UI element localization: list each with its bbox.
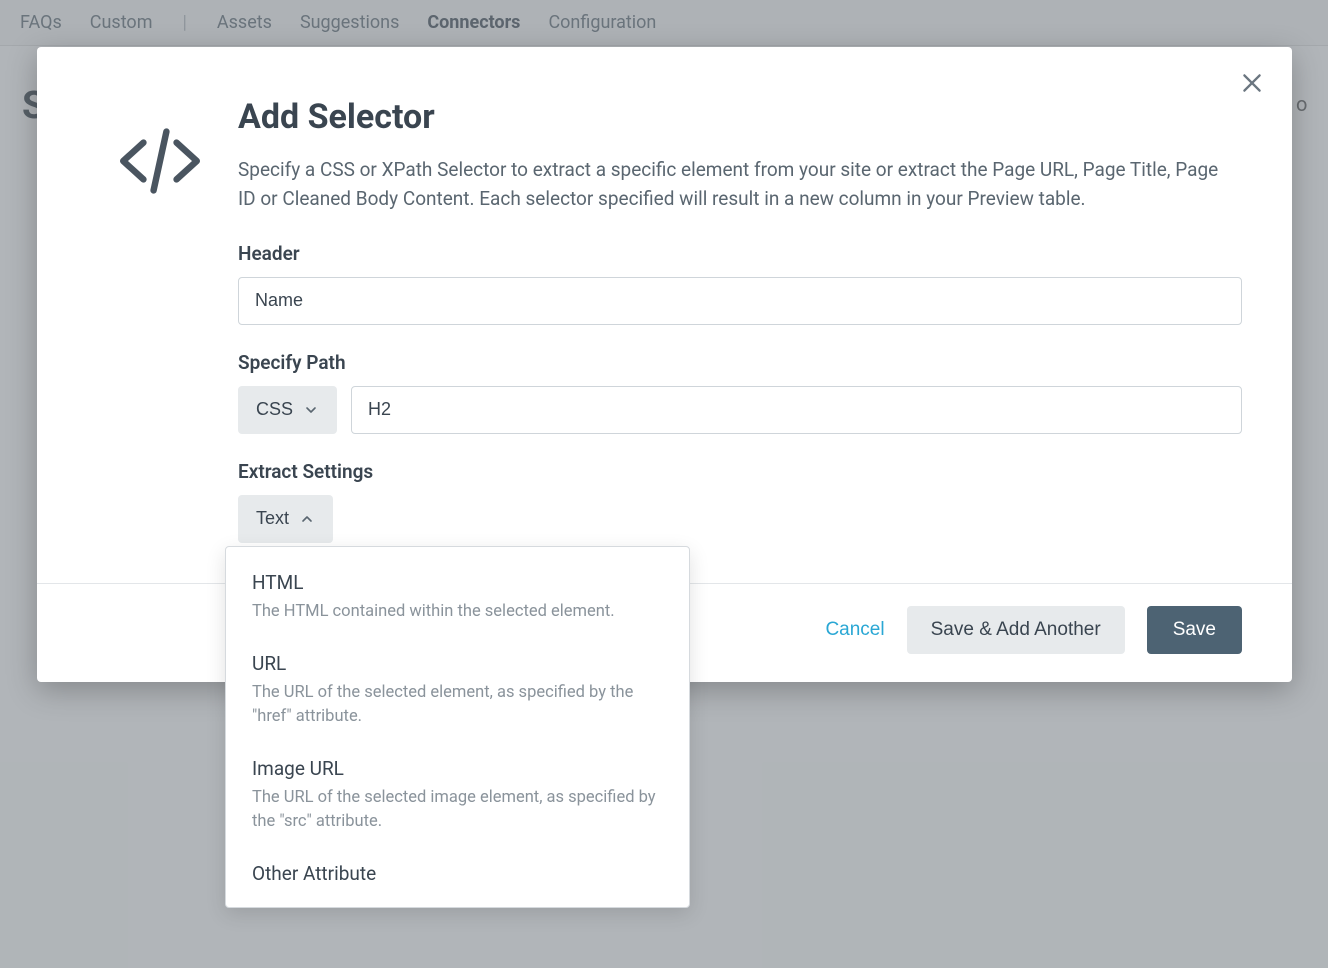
dropdown-item-url[interactable]: URL The URL of the selected element, as … xyxy=(226,642,689,747)
cancel-button[interactable]: Cancel xyxy=(825,619,884,641)
close-button[interactable] xyxy=(1232,63,1272,103)
dropdown-item-other-attribute[interactable]: Other Attribute xyxy=(226,852,689,897)
header-input[interactable] xyxy=(238,277,1242,325)
save-add-another-button[interactable]: Save & Add Another xyxy=(907,606,1125,654)
close-icon xyxy=(1239,70,1265,96)
code-icon xyxy=(87,97,232,553)
extract-settings-value: Text xyxy=(256,508,289,529)
dropdown-item-title: URL xyxy=(252,652,663,675)
chevron-down-icon xyxy=(303,402,319,418)
extract-settings-select[interactable]: Text xyxy=(238,495,333,543)
extract-settings-label: Extract Settings xyxy=(238,460,1242,483)
dropdown-item-title: Image URL xyxy=(252,757,663,780)
modal-description: Specify a CSS or XPath Selector to extra… xyxy=(238,155,1228,214)
specify-path-label: Specify Path xyxy=(238,351,1242,374)
path-type-value: CSS xyxy=(256,399,293,420)
header-label: Header xyxy=(238,242,1242,265)
dropdown-item-desc: The URL of the selected image element, a… xyxy=(252,786,663,834)
modal-title: Add Selector xyxy=(238,97,1242,137)
dropdown-item-title: Other Attribute xyxy=(252,862,663,885)
dropdown-item-html[interactable]: HTML The HTML contained within the selec… xyxy=(226,561,689,642)
dropdown-item-image-url[interactable]: Image URL The URL of the selected image … xyxy=(226,747,689,852)
dropdown-item-title: HTML xyxy=(252,571,663,594)
dropdown-item-desc: The HTML contained within the selected e… xyxy=(252,600,663,624)
path-type-select[interactable]: CSS xyxy=(238,386,337,434)
save-button[interactable]: Save xyxy=(1147,606,1242,654)
path-input[interactable] xyxy=(351,386,1242,434)
chevron-up-icon xyxy=(299,511,315,527)
dropdown-item-desc: The URL of the selected element, as spec… xyxy=(252,681,663,729)
extract-dropdown: HTML The HTML contained within the selec… xyxy=(225,546,690,908)
